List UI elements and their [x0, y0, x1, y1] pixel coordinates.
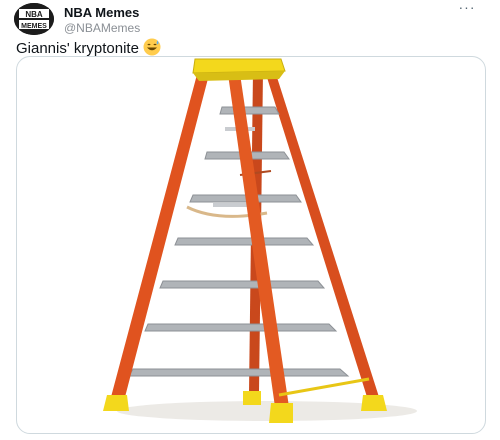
tweet-media[interactable]: [16, 56, 486, 434]
tweet-card: NBA MEMES NBA Memes @NBAMemes ··· Gianni…: [0, 0, 500, 440]
author-handle[interactable]: @NBAMemes: [64, 21, 140, 35]
grinning-sweat-emoji-icon: [143, 38, 161, 56]
svg-text:NBA: NBA: [25, 10, 43, 19]
svg-text:MEMES: MEMES: [21, 23, 47, 30]
avatar[interactable]: NBA MEMES: [14, 3, 54, 35]
step-ladder-image: [103, 58, 417, 423]
more-options-icon[interactable]: ···: [457, 0, 477, 18]
author-name[interactable]: NBA Memes: [64, 5, 139, 20]
tweet-text-content: Giannis' kryptonite: [16, 40, 139, 57]
nba-memes-logo-icon: NBA MEMES: [14, 3, 54, 35]
